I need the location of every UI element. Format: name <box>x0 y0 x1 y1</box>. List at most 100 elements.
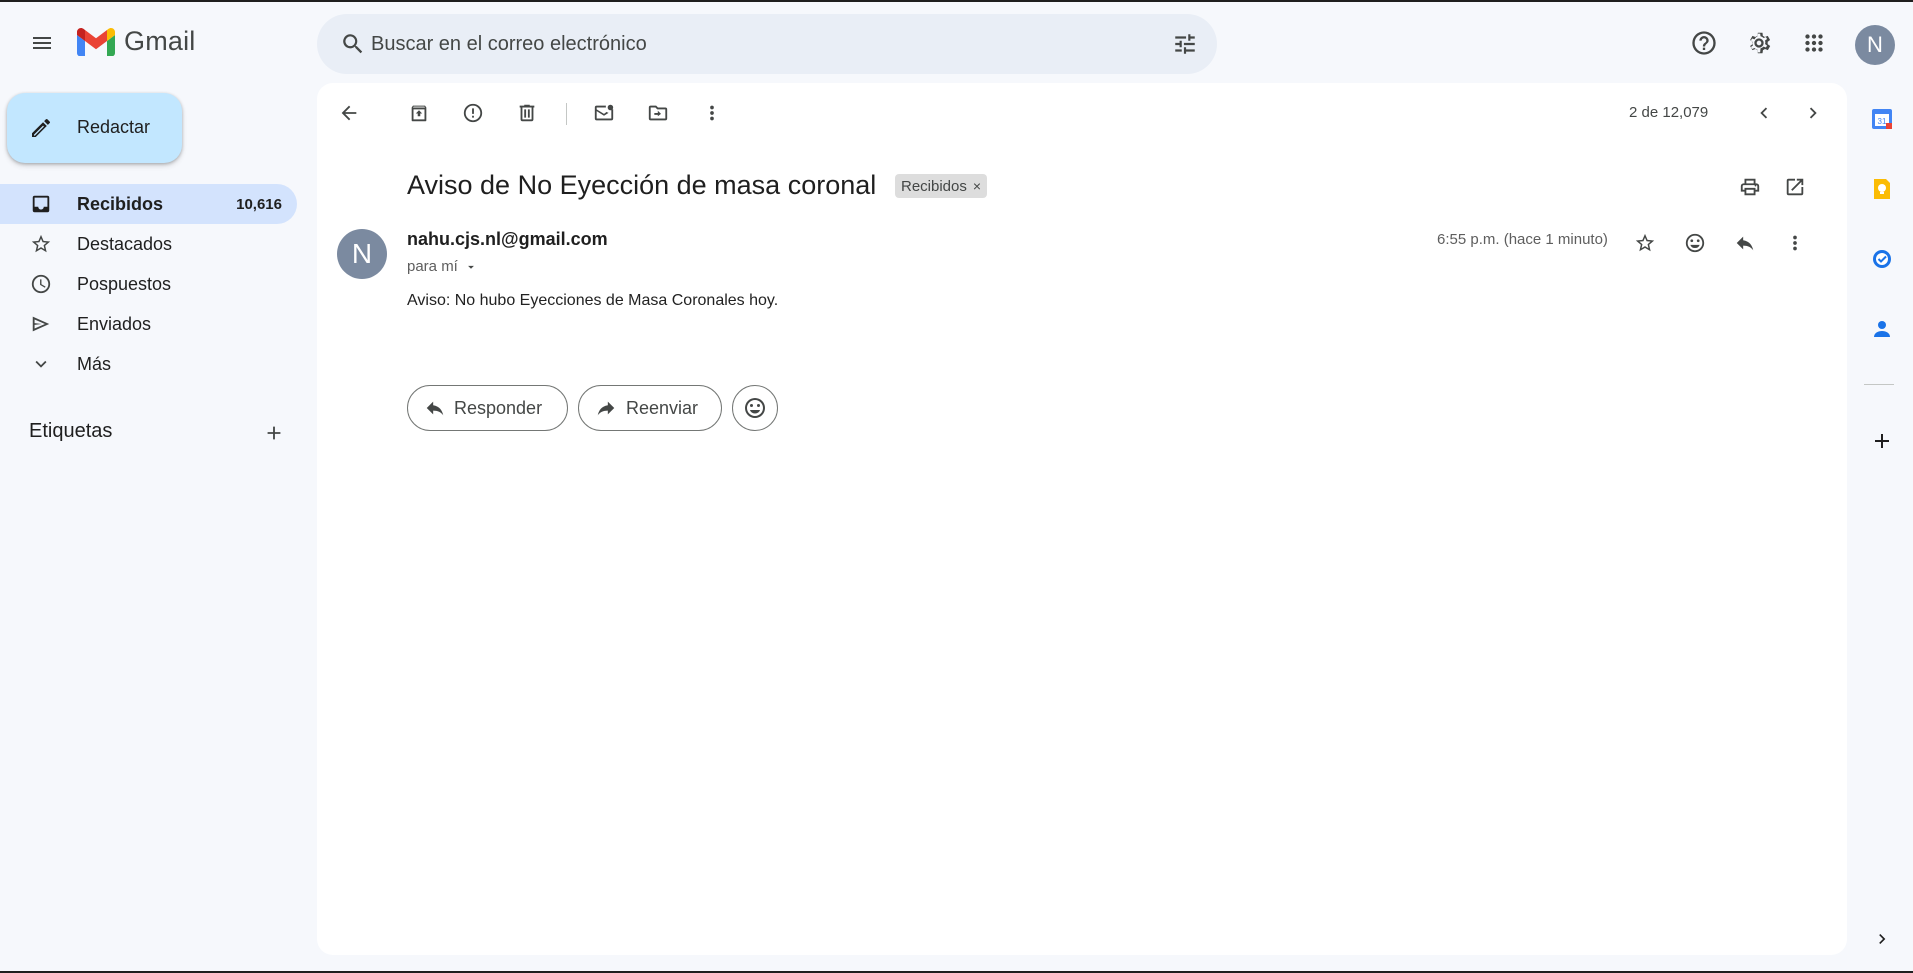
sidebar-item-enviados[interactable]: Enviados <box>0 304 297 344</box>
compose-label: Redactar <box>77 117 151 137</box>
toolbar-divider <box>566 103 567 125</box>
forward-pill-button[interactable]: Reenviar <box>578 385 722 431</box>
more-vert-icon <box>1793 235 1797 251</box>
sidebar-item-destacados[interactable]: Destacados <box>0 224 297 264</box>
tasks-app-button[interactable] <box>1862 239 1902 279</box>
apps-grid-icon <box>1805 34 1823 52</box>
recipient-text: para mí <box>407 258 458 275</box>
message-time: 6:55 p.m. (hace 1 minuto) <box>1437 231 1608 248</box>
message-panel: 2 de 12,079 Aviso de No Eyección de masa… <box>317 83 1847 955</box>
archive-icon <box>411 105 427 122</box>
contacts-icon <box>1874 321 1890 337</box>
search-icon <box>343 34 363 54</box>
tasks-icon <box>1873 250 1891 268</box>
send-icon <box>32 316 50 332</box>
star-outline-icon <box>1635 233 1655 252</box>
email-subject: Aviso de No Eyección de masa coronal <box>407 170 877 200</box>
reply-label: Responder <box>454 397 543 418</box>
sidebar-item-label: Recibidos <box>77 194 164 214</box>
plus-icon <box>1875 434 1889 448</box>
remove-label-icon[interactable]: × <box>973 178 981 194</box>
contacts-app-button[interactable] <box>1862 309 1902 349</box>
sender-email[interactable]: nahu.cjs.nl@gmail.com <box>407 229 608 250</box>
google-apps-button[interactable] <box>1794 23 1834 63</box>
back-button[interactable] <box>329 93 369 133</box>
more-actions-button[interactable] <box>692 93 732 133</box>
chevron-left-icon <box>1760 107 1768 119</box>
sidebar-item-mas[interactable]: Más <box>0 344 297 384</box>
sidebar-item-pospuestos[interactable]: Pospuestos <box>0 264 297 304</box>
labels-heading: Etiquetas <box>29 420 113 442</box>
calendar-app-button[interactable]: 31 <box>1862 99 1902 139</box>
help-button[interactable] <box>1684 23 1724 63</box>
move-to-button[interactable] <box>638 93 678 133</box>
label-chip-text: Recibidos <box>901 177 967 195</box>
older-button[interactable] <box>1793 93 1833 133</box>
emoji-icon <box>1685 233 1705 253</box>
inbox-icon <box>32 195 50 213</box>
plus-icon <box>267 426 281 440</box>
arrow-back-icon <box>341 105 357 121</box>
pencil-icon <box>32 118 50 137</box>
keep-app-button[interactable] <box>1862 169 1902 209</box>
forward-label: Reenviar <box>626 397 699 418</box>
search-options-button[interactable] <box>1165 24 1205 64</box>
compose-button[interactable]: Redactar <box>7 93 182 163</box>
gmail-m-icon <box>77 27 115 56</box>
show-side-panel-button[interactable] <box>1862 919 1902 959</box>
chevron-right-icon <box>1809 107 1817 119</box>
sender-avatar[interactable]: N <box>337 229 387 279</box>
reply-button[interactable] <box>1725 223 1765 263</box>
sidebar-item-label: Enviados <box>77 314 152 334</box>
trash-icon <box>519 104 535 122</box>
delete-button[interactable] <box>507 93 547 133</box>
gmail-logo[interactable]: Gmail <box>76 26 196 57</box>
add-reaction-button[interactable] <box>1675 223 1715 263</box>
search-input[interactable] <box>371 24 1131 64</box>
clock-icon <box>31 274 51 294</box>
chevron-right-icon <box>1879 934 1886 944</box>
help-icon <box>1692 31 1716 55</box>
print-button[interactable] <box>1730 167 1770 207</box>
message-more-button[interactable] <box>1775 223 1815 263</box>
sidebar-item-recibidos[interactable]: Recibidos 10,616 <box>0 184 297 224</box>
hamburger-menu-icon <box>33 37 51 49</box>
calendar-icon: 31 <box>1872 109 1892 129</box>
print-icon <box>1740 178 1760 196</box>
forward-icon <box>597 401 615 416</box>
account-avatar[interactable]: N <box>1855 25 1895 65</box>
newer-button[interactable] <box>1744 93 1784 133</box>
reply-pill-button[interactable]: Responder <box>407 385 568 431</box>
archive-button[interactable] <box>399 93 439 133</box>
move-folder-icon <box>648 105 668 121</box>
reply-icon <box>1736 236 1754 251</box>
label-chip[interactable]: Recibidos × <box>895 174 988 198</box>
get-addons-button[interactable] <box>1862 421 1902 461</box>
emoji-reaction-button[interactable] <box>732 385 778 431</box>
keep-icon <box>1874 179 1890 199</box>
sidebar-item-label: Más <box>77 354 112 374</box>
chevron-down-icon <box>35 360 47 368</box>
sidebar-item-label: Destacados <box>77 234 173 254</box>
reply-icon <box>426 401 444 416</box>
search-bar[interactable] <box>317 14 1217 74</box>
mark-unread-icon <box>594 104 614 121</box>
main-menu-button[interactable] <box>21 22 63 64</box>
recipient-details[interactable]: para mí <box>407 258 478 275</box>
more-vert-icon <box>710 105 714 121</box>
email-body: Aviso: No hubo Eyecciones de Masa Corona… <box>407 292 779 309</box>
create-label-button[interactable] <box>254 413 294 453</box>
report-spam-button[interactable] <box>453 93 493 133</box>
mark-unread-button[interactable] <box>584 93 624 133</box>
star-button[interactable] <box>1625 223 1665 263</box>
app-name: Gmail <box>124 26 196 56</box>
open-new-window-button[interactable] <box>1775 167 1815 207</box>
pagination-text: 2 de 12,079 <box>1629 104 1709 121</box>
tune-icon <box>1175 34 1195 54</box>
emoji-icon <box>745 398 765 418</box>
settings-button[interactable] <box>1739 23 1779 63</box>
svg-text:31: 31 <box>1878 117 1887 126</box>
search-button[interactable] <box>333 24 373 64</box>
sidebar-item-label: Pospuestos <box>77 274 172 294</box>
open-in-new-icon <box>1786 178 1804 196</box>
